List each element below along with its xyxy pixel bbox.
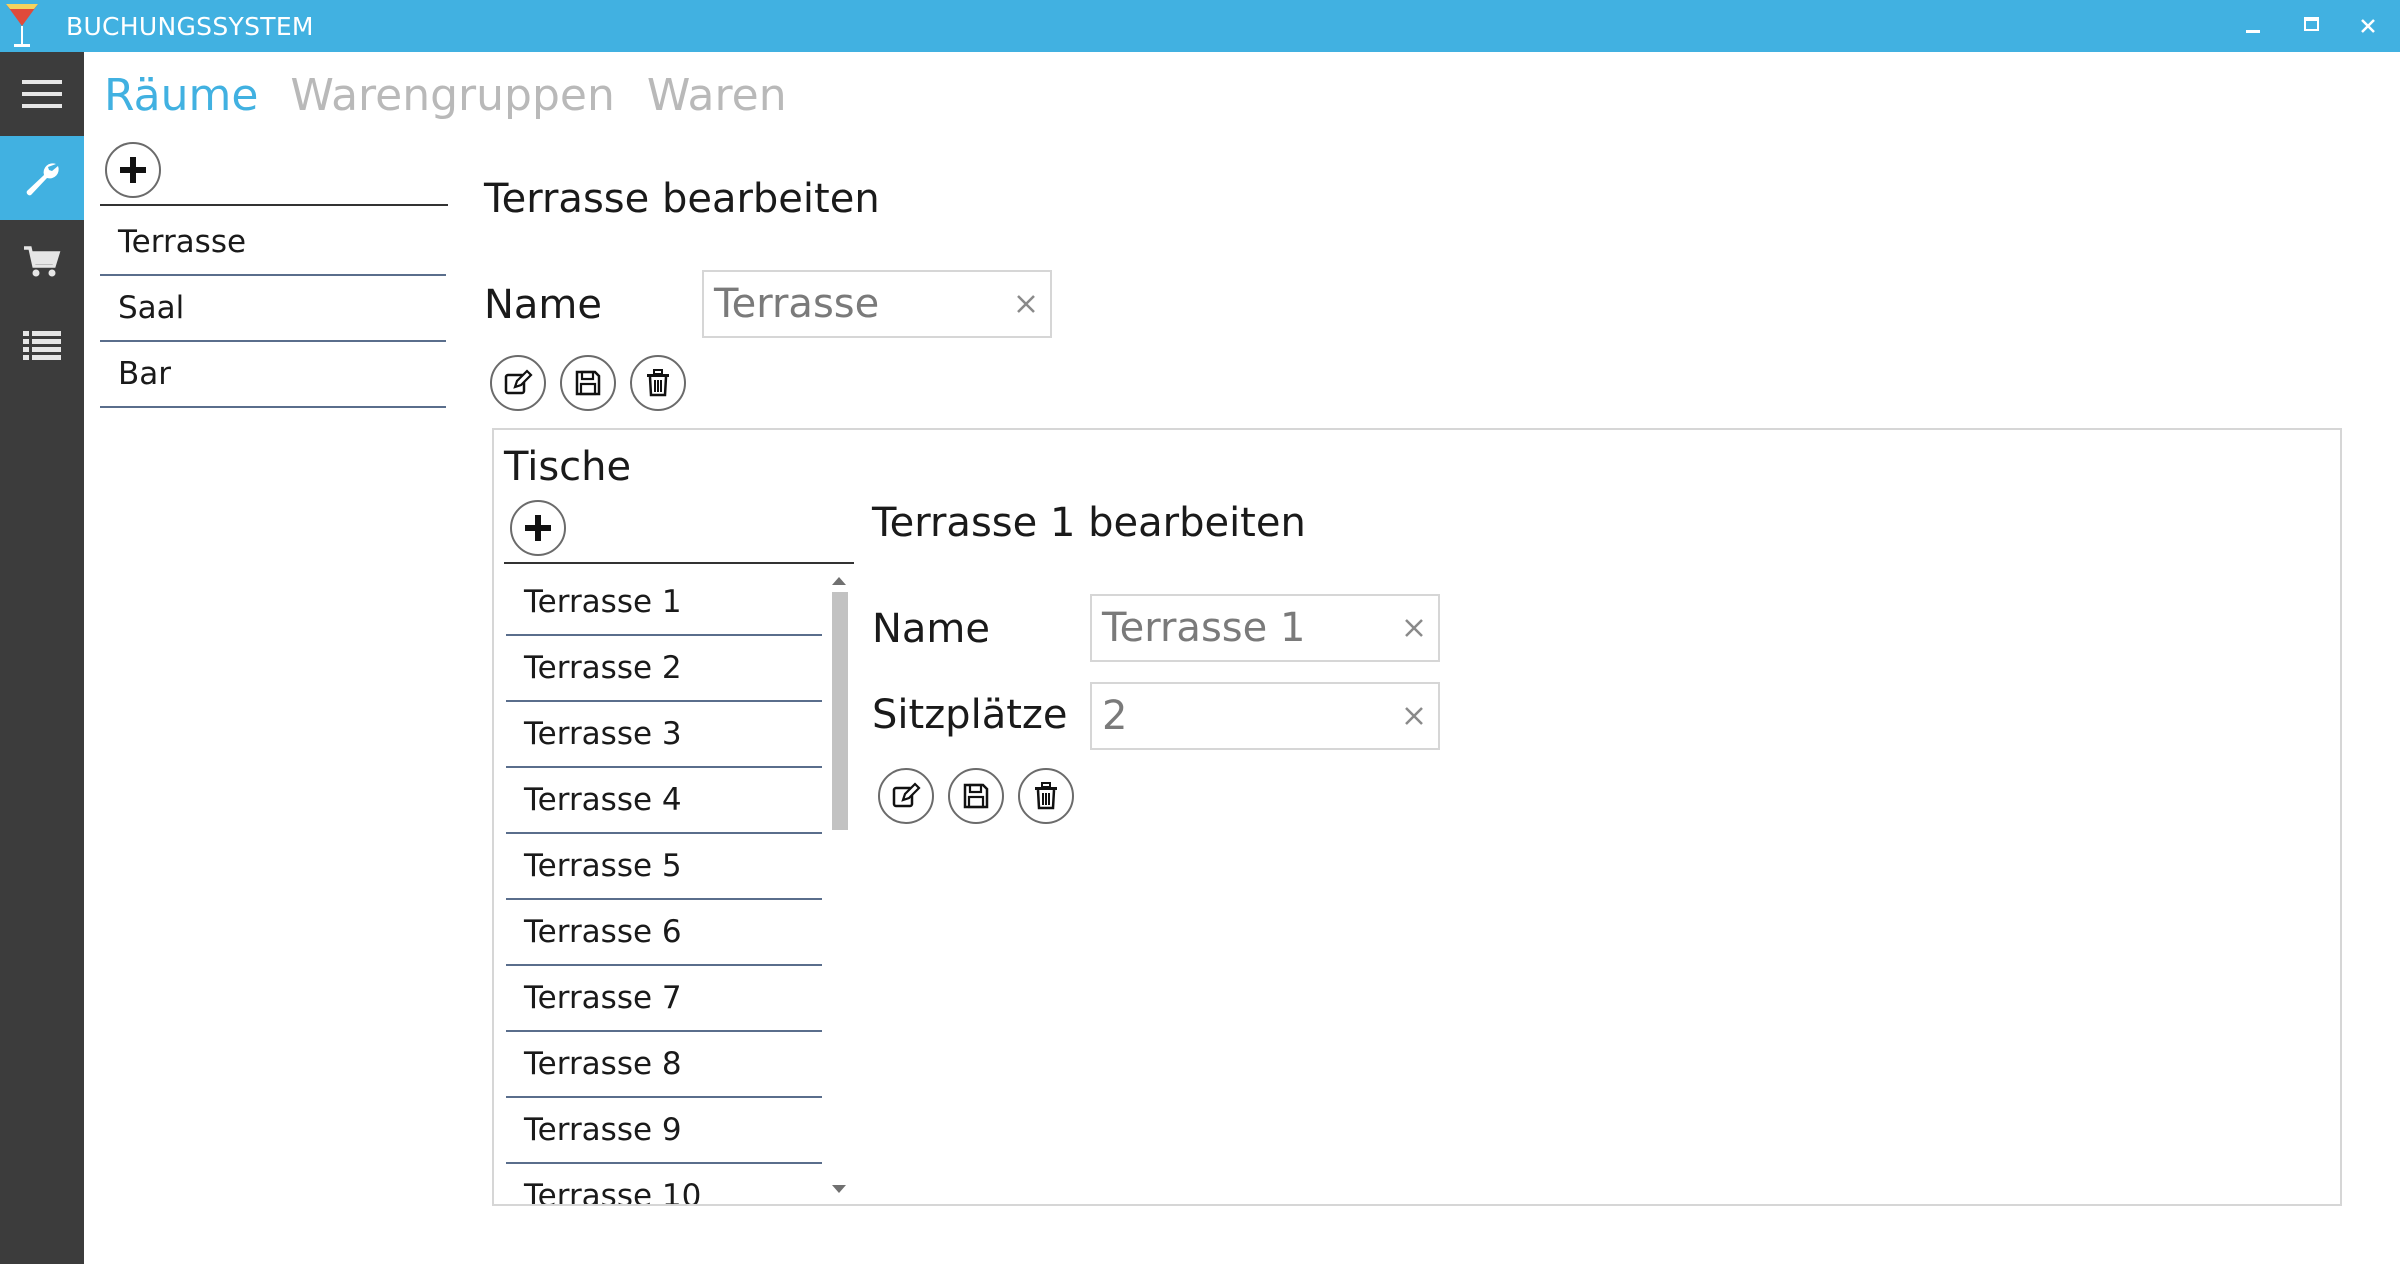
table-name-value: Terrasse 1: [1102, 605, 1306, 651]
room-name-label: Name: [484, 282, 603, 328]
save-table-button[interactable]: [948, 768, 1004, 824]
clear-icon[interactable]: [1402, 616, 1426, 640]
tab-bar: Räume Warengruppen Waren: [104, 70, 805, 121]
room-list-item[interactable]: Terrasse: [100, 210, 446, 276]
maximize-icon[interactable]: [2282, 0, 2340, 52]
title-bar: BUCHUNGSSYSTEM: [0, 0, 2400, 52]
room-list-item[interactable]: Saal: [100, 276, 446, 342]
window-title: BUCHUNGSSYSTEM: [66, 12, 314, 41]
save-room-button[interactable]: [560, 355, 616, 411]
table-list-item[interactable]: Terrasse 6: [506, 900, 822, 966]
table-editor-heading: Terrasse 1 bearbeiten: [872, 500, 1306, 546]
tab-raeume[interactable]: Räume: [104, 70, 258, 121]
list-icon[interactable]: [0, 304, 84, 388]
trash-icon: [647, 369, 669, 397]
cocktail-icon: [0, 0, 48, 52]
table-list-item[interactable]: Terrasse 8: [506, 1032, 822, 1098]
table-list-item[interactable]: Terrasse 2: [506, 636, 822, 702]
tab-waren[interactable]: Waren: [647, 70, 787, 121]
wrench-icon[interactable]: [0, 136, 84, 220]
scroll-up-icon[interactable]: [830, 574, 848, 588]
hamburger-menu-icon[interactable]: [0, 52, 84, 136]
add-room-button[interactable]: [105, 142, 161, 198]
scroll-thumb[interactable]: [832, 592, 848, 830]
close-icon[interactable]: [2340, 0, 2398, 52]
save-icon: [963, 783, 989, 809]
save-icon: [575, 370, 601, 396]
seats-value: 2: [1102, 693, 1128, 739]
seats-label: Sitzplätze: [872, 692, 1068, 738]
edit-icon: [892, 782, 921, 808]
delete-table-button[interactable]: [1018, 768, 1074, 824]
plus-icon: [525, 515, 551, 541]
table-name-label: Name: [872, 606, 991, 652]
edit-table-button[interactable]: [878, 768, 934, 824]
tab-warengruppen[interactable]: Warengruppen: [290, 70, 614, 121]
add-table-button[interactable]: [510, 500, 566, 556]
tables-heading: Tische: [504, 444, 632, 490]
scroll-down-icon[interactable]: [830, 1182, 848, 1196]
left-navigation: [0, 52, 84, 1264]
table-list-item[interactable]: Terrasse 4: [506, 768, 822, 834]
table-list-item[interactable]: Terrasse 7: [506, 966, 822, 1032]
table-list-item[interactable]: Terrasse 5: [506, 834, 822, 900]
room-name-value: Terrasse: [714, 281, 880, 327]
room-name-input[interactable]: Terrasse: [702, 270, 1052, 338]
shopping-cart-icon[interactable]: [0, 220, 84, 304]
edit-room-button[interactable]: [490, 355, 546, 411]
table-list-item[interactable]: Terrasse 9: [506, 1098, 822, 1164]
room-list-separator: [100, 204, 448, 206]
clear-icon[interactable]: [1014, 292, 1038, 316]
room-list-item[interactable]: Bar: [100, 342, 446, 408]
table-list-item[interactable]: Terrasse 3: [506, 702, 822, 768]
table-list-separator: [504, 562, 854, 564]
room-editor-heading: Terrasse bearbeiten: [484, 176, 880, 222]
table-list-item[interactable]: Terrasse 10: [506, 1164, 822, 1204]
clear-icon[interactable]: [1402, 704, 1426, 728]
delete-room-button[interactable]: [630, 355, 686, 411]
edit-icon: [504, 369, 533, 395]
trash-icon: [1035, 782, 1057, 810]
table-list-scrollbar[interactable]: [830, 570, 848, 1200]
plus-icon: [120, 157, 146, 183]
table-list-item[interactable]: Terrasse 1: [506, 570, 822, 636]
seats-input[interactable]: 2: [1090, 682, 1440, 750]
tables-panel: Tische Terrasse 1 Terrasse 2 Terrasse 3 …: [492, 428, 2342, 1206]
table-name-input[interactable]: Terrasse 1: [1090, 594, 1440, 662]
minimize-icon[interactable]: [2222, 0, 2280, 52]
